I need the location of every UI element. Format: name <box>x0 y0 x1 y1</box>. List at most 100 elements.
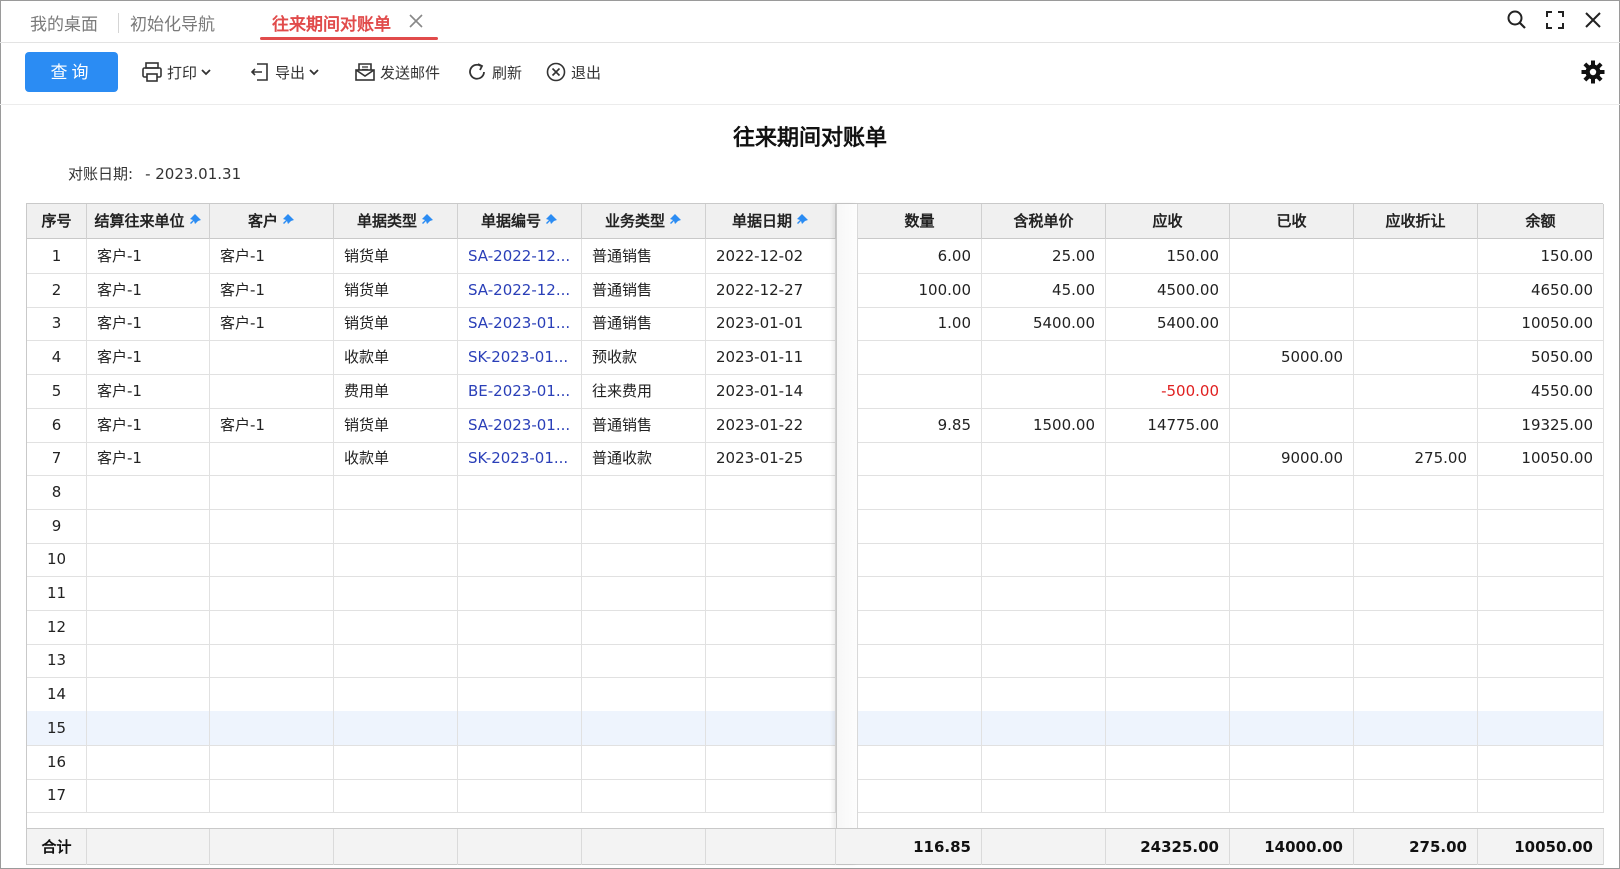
pin-filter-icon[interactable] <box>794 213 809 228</box>
exit-button[interactable]: 退出 <box>545 60 601 84</box>
print-button[interactable]: 打印 <box>141 60 217 84</box>
column-header-discount[interactable]: 应收折让 <box>1354 204 1478 239</box>
column-header-biz-type[interactable]: 业务类型 <box>582 204 706 239</box>
cell-doc-no[interactable]: SK-2023-01... <box>458 340 582 375</box>
exit-label: 退出 <box>571 63 602 82</box>
cell-partner: 客户-1 <box>87 272 210 307</box>
cell-doc-no[interactable]: SA-2023-01... <box>458 306 582 341</box>
cell-doc-date <box>706 474 836 509</box>
cell-seq: 15 <box>27 710 87 745</box>
table-row[interactable]: 12 <box>27 609 1604 645</box>
cell-balance: 19325.00 <box>1478 407 1604 442</box>
cell-customer <box>210 744 334 779</box>
column-header-unit-price[interactable]: 含税单价 <box>982 204 1106 239</box>
table-row[interactable]: 17 <box>27 778 1604 814</box>
cell-discount <box>1354 643 1478 678</box>
export-button[interactable]: 导出 <box>249 60 325 84</box>
column-header-balance[interactable]: 余额 <box>1478 204 1604 239</box>
frozen-column-divider[interactable] <box>836 204 858 864</box>
mail-icon <box>355 63 375 81</box>
cell-doc-type: 销货单 <box>334 306 458 341</box>
cell-unit-price <box>982 373 1106 408</box>
close-window-icon[interactable] <box>1582 9 1604 31</box>
column-header-customer[interactable]: 客户 <box>210 204 334 239</box>
search-icon[interactable] <box>1506 9 1528 31</box>
cell-customer <box>210 508 334 543</box>
column-header-label: 数量 <box>904 212 935 230</box>
table-row[interactable]: 10 <box>27 542 1604 578</box>
table-row[interactable]: 6 客户-1 客户-1 销货单 SA-2023-01... 普通销售 2023-01-22 9… <box>27 407 1604 443</box>
column-header-label: 单据日期 <box>731 212 792 230</box>
table-row[interactable]: 3 客户-1 客户-1 销货单 SA-2023-01... 普通销售 2023-01-01 1… <box>27 306 1604 342</box>
cell-unit-price: 45.00 <box>982 272 1106 307</box>
column-header-partner[interactable]: 结算往来单位 <box>87 204 210 239</box>
pin-filter-icon[interactable] <box>419 213 434 228</box>
cell-doc-type: 销货单 <box>334 407 458 442</box>
refresh-button[interactable]: 刷新 <box>466 60 522 84</box>
cell-balance <box>1478 643 1604 678</box>
cell-doc-no[interactable]: SA-2022-12... <box>458 272 582 307</box>
cell-qty <box>858 340 982 375</box>
table-row[interactable]: 15 <box>27 710 1604 746</box>
cell-receivable <box>1106 340 1230 375</box>
column-header-doc-no[interactable]: 单据编号 <box>458 204 582 239</box>
pin-filter-icon[interactable] <box>667 213 682 228</box>
cell-partner <box>87 744 210 779</box>
cell-qty <box>858 441 982 476</box>
table-row[interactable]: 11 <box>27 576 1604 611</box>
column-header-receivable[interactable]: 应收 <box>1106 204 1230 239</box>
send-mail-label: 发送邮件 <box>380 63 441 82</box>
table-row[interactable]: 9 <box>27 508 1604 544</box>
maximize-icon[interactable] <box>1544 9 1566 31</box>
tab-recon-statement[interactable]: 往来期间对账单 <box>272 10 391 35</box>
cell-doc-no <box>458 542 582 577</box>
query-button[interactable]: 查询 <box>25 52 118 92</box>
table-row[interactable]: 16 <box>27 744 1604 780</box>
cell-doc-no[interactable]: SA-2023-01... <box>458 407 582 442</box>
totals-label: 合计 <box>27 829 87 865</box>
cell-doc-no <box>458 778 582 813</box>
cell-doc-no[interactable]: BE-2023-01... <box>458 373 582 408</box>
cell-customer <box>210 778 334 813</box>
column-header-label: 已收 <box>1276 212 1307 230</box>
cell-doc-no[interactable]: SK-2023-01... <box>458 441 582 476</box>
total-unit-price <box>982 829 1106 865</box>
cell-partner <box>87 474 210 509</box>
tab-desktop[interactable]: 我的桌面 <box>30 10 98 35</box>
pin-filter-icon[interactable] <box>543 213 558 228</box>
column-header-doc-type[interactable]: 单据类型 <box>334 204 458 239</box>
settings-gear-icon[interactable] <box>1580 59 1606 85</box>
print-label: 打印 <box>167 63 198 82</box>
column-header-received[interactable]: 已收 <box>1230 204 1354 239</box>
column-header-label: 业务类型 <box>604 212 665 230</box>
cell-doc-no[interactable]: SA-2022-12... <box>458 239 582 273</box>
total-received: 14000.00 <box>1230 829 1354 865</box>
column-header-doc-date[interactable]: 单据日期 <box>706 204 836 239</box>
tab-init-nav[interactable]: 初始化导航 <box>130 10 215 35</box>
cell-balance <box>1478 744 1604 779</box>
pin-filter-icon[interactable] <box>280 213 295 228</box>
table-row[interactable]: 14 <box>27 677 1604 713</box>
cell-doc-date <box>706 609 836 644</box>
table-row[interactable]: 8 <box>27 474 1604 510</box>
cell-receivable <box>1106 744 1230 779</box>
cell-qty <box>858 677 982 712</box>
column-header-seq[interactable]: 序号 <box>27 204 87 239</box>
cell-biz-type: 普通销售 <box>582 272 706 307</box>
table-row[interactable]: 13 <box>27 643 1604 679</box>
pin-filter-icon[interactable] <box>187 213 202 228</box>
cell-seq: 9 <box>27 508 87 543</box>
table-row[interactable]: 1 客户-1 客户-1 销货单 SA-2022-12... 普通销售 2022-12-02 6… <box>27 239 1604 274</box>
refresh-label: 刷新 <box>492 63 523 82</box>
table-row[interactable]: 4 客户-1 收款单 SK-2023-01... 预收款 2023-01-11 5000.0… <box>27 340 1604 376</box>
table-row[interactable]: 7 客户-1 收款单 SK-2023-01... 普通收款 2023-01-25 9000.… <box>27 441 1604 477</box>
cell-doc-type: 收款单 <box>334 340 458 375</box>
table-row[interactable]: 5 客户-1 费用单 BE-2023-01... 往来费用 2023-01-14 -500.… <box>27 373 1604 409</box>
table-row[interactable]: 2 客户-1 客户-1 销货单 SA-2022-12... 普通销售 2022-12-27 1… <box>27 272 1604 308</box>
cell-received <box>1230 508 1354 543</box>
column-header-qty[interactable]: 数量 <box>858 204 982 239</box>
cell-unit-price: 25.00 <box>982 239 1106 273</box>
cell-received: 5000.00 <box>1230 340 1354 375</box>
send-mail-button[interactable]: 发送邮件 <box>354 60 440 84</box>
close-tab-icon[interactable] <box>406 11 426 31</box>
